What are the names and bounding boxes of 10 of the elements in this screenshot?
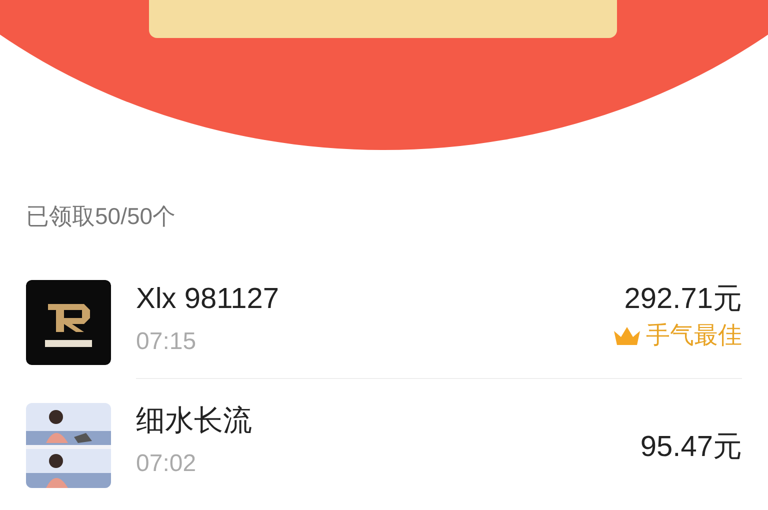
user-name: Xlx 981127	[136, 285, 279, 314]
amount: 292.71元	[624, 285, 742, 314]
crown-icon	[612, 326, 642, 346]
amount: 95.47元	[640, 433, 742, 462]
withdraw-button[interactable]	[149, 0, 617, 38]
claim-time: 07:15	[136, 330, 196, 354]
best-luck-label: 手气最佳	[646, 324, 742, 348]
claimed-count: 已领取50/50个	[26, 205, 176, 228]
user-name: 细水长流	[136, 407, 252, 436]
claim-time: 07:02	[136, 452, 196, 476]
